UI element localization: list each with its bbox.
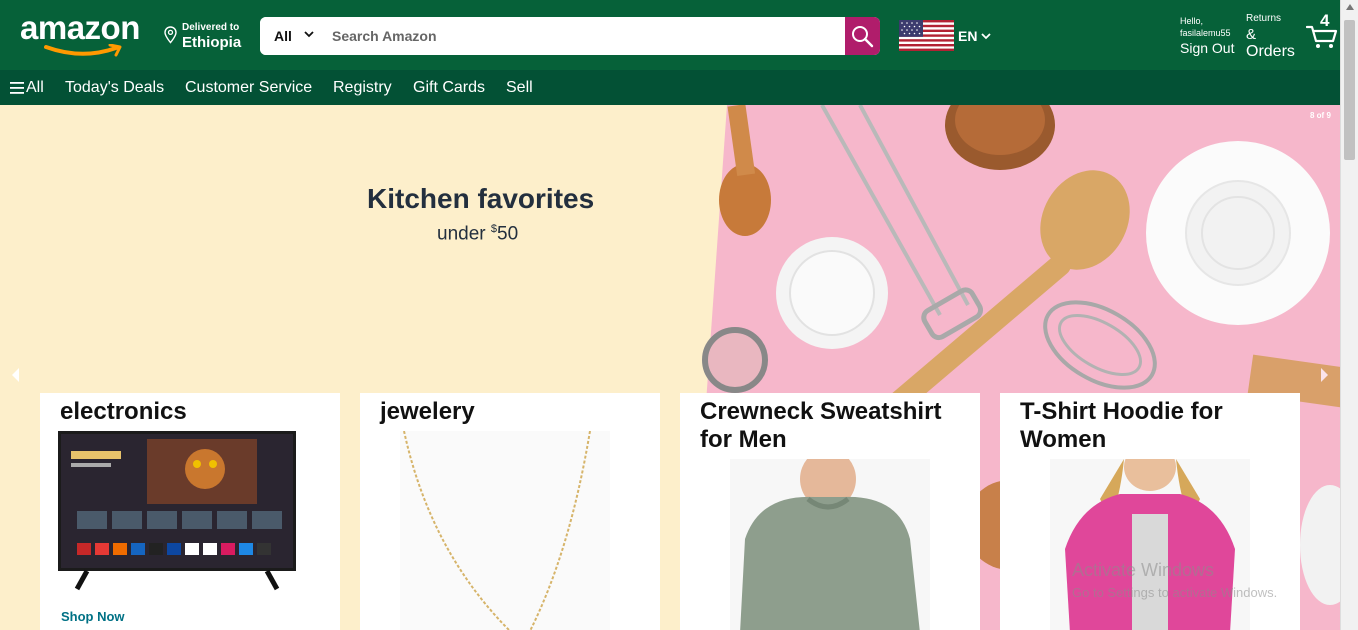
- search-category-label: All: [274, 28, 292, 44]
- card-title: electronics: [60, 398, 187, 425]
- sign-out-link[interactable]: Sign Out: [1180, 40, 1234, 56]
- chevron-down-icon: [981, 33, 991, 40]
- account-username: fasilalemu55: [1180, 28, 1231, 38]
- logo-text: amazon: [20, 9, 140, 46]
- returns-ampersand: &: [1246, 26, 1257, 43]
- menu-icon[interactable]: [10, 82, 24, 94]
- nav-all[interactable]: All: [26, 79, 44, 97]
- scroll-up-icon[interactable]: [1346, 4, 1354, 10]
- top-header: amazon Delivered to Ethiopia All Search …: [0, 0, 1340, 70]
- returns-label: Returns: [1246, 13, 1282, 24]
- search-button[interactable]: [845, 17, 880, 55]
- search-input[interactable]: [322, 17, 822, 55]
- account-menu[interactable]: Hello, fasilalemu55 Sign Out: [1180, 16, 1234, 56]
- category-card-jewelery[interactable]: jewelery: [360, 393, 660, 630]
- logo-smile-icon: [44, 44, 122, 57]
- hero-subtitle-amount: 50: [497, 223, 519, 245]
- location-pin-icon: [164, 26, 177, 44]
- shop-now-link[interactable]: Shop Now: [61, 609, 125, 624]
- category-card-sweatshirt[interactable]: Crewneck Sweatshirt for Men: [680, 393, 980, 630]
- nav-bar: All Today's Deals Customer Service Regis…: [0, 70, 1340, 105]
- hero-subtitle-prefix: under: [437, 223, 491, 245]
- search-bar: All: [260, 17, 880, 55]
- tv-image: [58, 431, 296, 591]
- page-scrollbar[interactable]: [1340, 0, 1358, 630]
- account-greeting: Hello,: [1180, 16, 1204, 26]
- search-icon: [852, 26, 874, 48]
- nav-registry[interactable]: Registry: [333, 79, 392, 97]
- chevron-down-icon: [304, 31, 314, 38]
- deliver-country: Ethiopia: [182, 34, 242, 51]
- scrollbar-thumb[interactable]: [1344, 20, 1355, 160]
- orders-label: Orders: [1246, 43, 1295, 60]
- search-category-select[interactable]: All: [260, 17, 322, 55]
- category-card-electronics[interactable]: electronics Shop Now: [40, 393, 340, 630]
- language-code: EN: [958, 28, 978, 44]
- card-title: jewelery: [380, 398, 475, 425]
- deliver-label: Delivered to: [182, 22, 240, 33]
- necklace-image: [400, 431, 610, 630]
- sweatshirt-image: [730, 459, 930, 630]
- nav-sell[interactable]: Sell: [506, 79, 533, 97]
- card-title: T-Shirt Hoodie for Women: [1020, 398, 1223, 453]
- nav-customer-service[interactable]: Customer Service: [185, 79, 312, 97]
- hero-subtitle: under $50: [437, 223, 518, 245]
- arrow-left-icon[interactable]: [10, 367, 20, 383]
- returns-orders-link[interactable]: Returns & Orders: [1246, 13, 1295, 61]
- nav-gift-cards[interactable]: Gift Cards: [413, 79, 485, 97]
- hoodie-image: [1050, 459, 1250, 630]
- card-title: Crewneck Sweatshirt for Men: [700, 398, 942, 453]
- cart-button[interactable]: 4: [1306, 11, 1340, 52]
- slide-counter: 8 of 9: [1310, 111, 1331, 120]
- hero-title: Kitchen favorites: [367, 183, 595, 214]
- amazon-logo[interactable]: amazon: [20, 9, 148, 57]
- amazon-page: amazon Delivered to Ethiopia All Search …: [0, 0, 1358, 630]
- category-card-hoodie[interactable]: T-Shirt Hoodie for Women: [1000, 393, 1300, 630]
- us-flag-icon: [899, 20, 954, 51]
- cart-icon: [1306, 25, 1338, 48]
- nav-todays-deals[interactable]: Today's Deals: [65, 79, 164, 97]
- arrow-right-icon[interactable]: [1320, 367, 1330, 383]
